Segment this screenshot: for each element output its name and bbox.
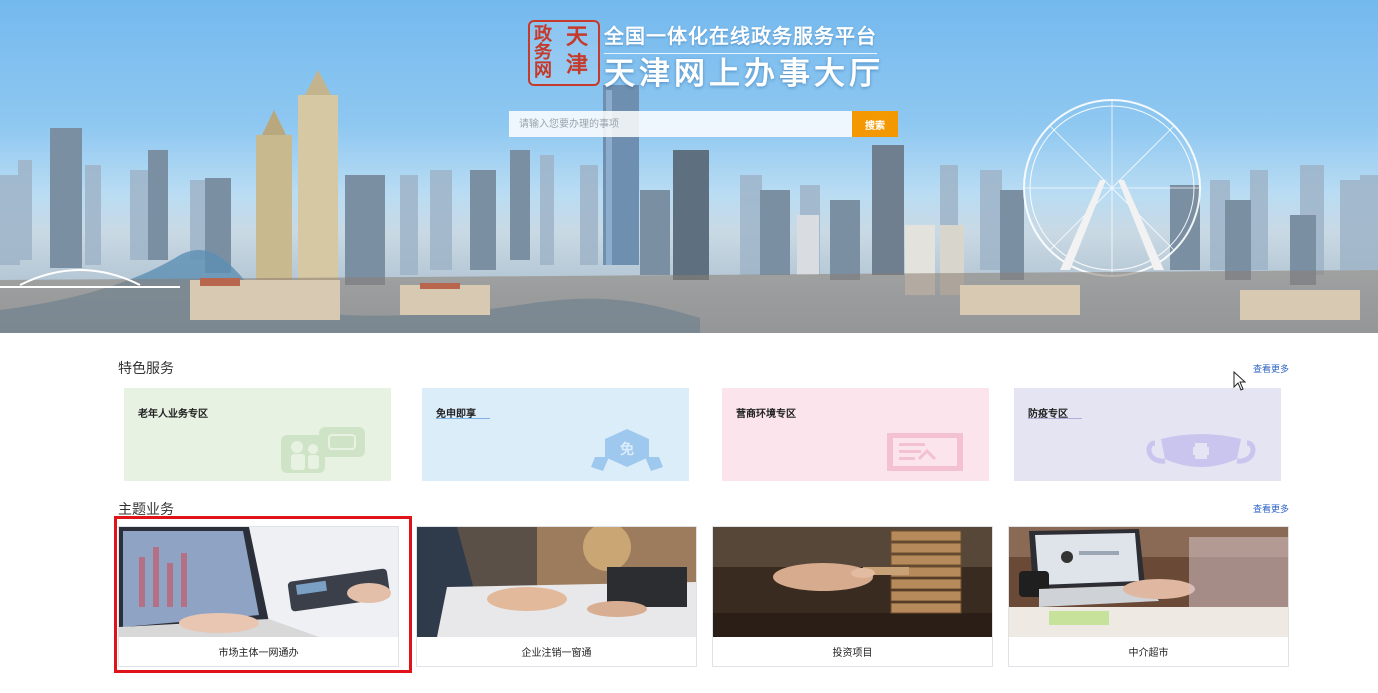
topic-card-enterprise-deregistration[interactable]: 企业注销一窗通 bbox=[416, 526, 697, 667]
jenga-blocks-photo bbox=[713, 527, 992, 637]
selection-highlight-box bbox=[114, 516, 412, 673]
business-handshake-photo bbox=[417, 527, 696, 637]
feature-card-label: 营商环境专区 bbox=[736, 409, 796, 420]
featured-section-title: 特色服务 bbox=[118, 360, 174, 376]
topic-card-label: 企业注销一窗通 bbox=[521, 648, 592, 659]
label-underline bbox=[436, 418, 490, 419]
feature-card-epidemic[interactable]: 防疫专区 bbox=[1014, 388, 1281, 481]
hero-banner: 天 津 政 务 网 全国一体化在线政务服务平台 天津网上办事大厅 搜索 bbox=[0, 0, 1378, 333]
topic-card-label: 投资项目 bbox=[832, 648, 873, 659]
certificate-icon bbox=[887, 433, 963, 471]
seal-char: 津 bbox=[566, 52, 589, 78]
seal-char: 网 bbox=[534, 60, 552, 81]
label-underline bbox=[1028, 418, 1082, 419]
topic-card-label: 中介超市 bbox=[1128, 648, 1169, 659]
feature-card-business-env[interactable]: 营商环境专区 bbox=[722, 388, 989, 481]
seal-char: 天 bbox=[566, 24, 589, 50]
feature-card-elderly[interactable]: 老年人业务专区 bbox=[124, 388, 391, 481]
featured-more-link[interactable]: 查看更多 bbox=[1253, 362, 1289, 375]
topic-card-intermediary-market[interactable]: 中介超市 bbox=[1008, 526, 1289, 667]
tianjin-gov-seal-logo[interactable]: 天 津 政 务 网 bbox=[528, 20, 600, 86]
search-input[interactable] bbox=[509, 111, 852, 137]
topic-card-investment-projects[interactable]: 投资项目 bbox=[712, 526, 993, 667]
feature-card-exempt[interactable]: 免申即享 免 bbox=[422, 388, 689, 481]
laptop-desk-photo bbox=[1009, 527, 1288, 637]
exempt-badge-text: 免 bbox=[620, 441, 634, 458]
mask-icon bbox=[1146, 434, 1256, 467]
elderly-icon bbox=[281, 427, 365, 473]
topics-more-link[interactable]: 查看更多 bbox=[1253, 502, 1289, 515]
exempt-badge-icon: 免 bbox=[591, 429, 663, 471]
feature-card-label: 老年人业务专区 bbox=[138, 409, 208, 420]
search-button[interactable]: 搜索 bbox=[852, 111, 898, 137]
site-title: 天津网上办事大厅 bbox=[604, 56, 884, 91]
mouse-cursor-icon bbox=[1233, 371, 1247, 391]
